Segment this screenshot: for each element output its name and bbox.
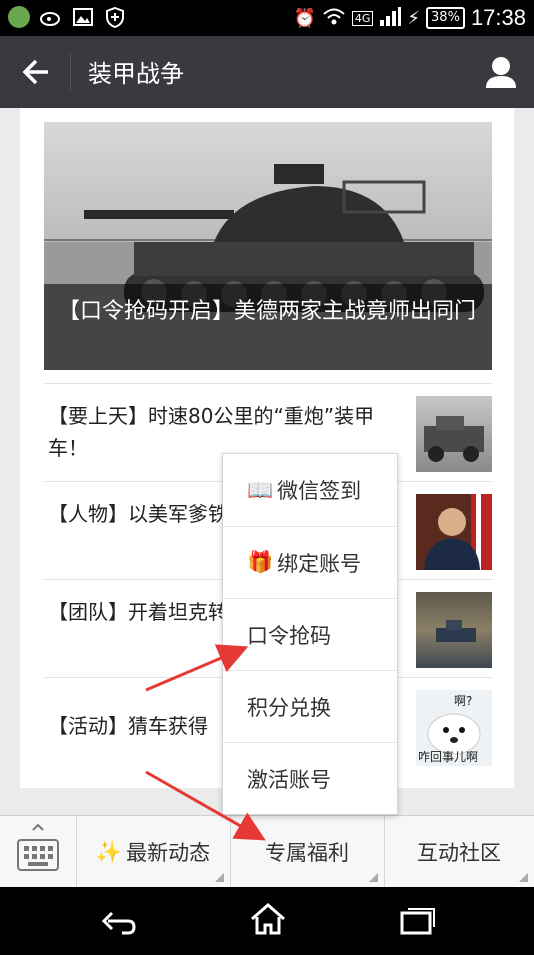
sparkles-icon: ✨ bbox=[95, 839, 123, 864]
home-nav-icon[interactable] bbox=[248, 901, 288, 941]
general-portrait-thumbnail bbox=[416, 494, 492, 570]
wifi-icon bbox=[322, 6, 346, 31]
header-divider bbox=[70, 54, 71, 90]
menu-label: 互动社区 bbox=[417, 841, 501, 865]
shield-icon bbox=[104, 6, 126, 29]
menu-label: 最新动态 bbox=[126, 841, 211, 865]
system-nav-bar bbox=[0, 887, 534, 955]
battle-scene-thumbnail bbox=[416, 592, 492, 668]
armored-car-thumbnail bbox=[416, 396, 492, 472]
back-arrow-icon[interactable] bbox=[20, 52, 54, 92]
back-nav-icon[interactable] bbox=[98, 905, 138, 941]
profile-icon[interactable] bbox=[484, 52, 518, 92]
charging-icon: ⚡ bbox=[407, 7, 421, 29]
gift-icon: 🎁 bbox=[247, 550, 274, 574]
featured-caption: 【口令抢码开启】美德两家主战竟师出同门 bbox=[44, 284, 492, 370]
submenu-label: 口令抢码 bbox=[247, 623, 331, 648]
gallery-icon bbox=[72, 6, 94, 28]
submenu-bind-account[interactable]: 🎁 绑定账号 bbox=[223, 526, 397, 598]
bottom-menu: ✨ 最新动态 专属福利 互动社区 bbox=[0, 815, 534, 888]
submenu-indicator bbox=[369, 873, 378, 882]
menu-latest-news[interactable]: ✨ 最新动态 bbox=[76, 816, 231, 888]
book-icon: 📖 bbox=[247, 477, 274, 502]
featured-article[interactable]: 【口令抢码开启】美德两家主战竟师出同门 bbox=[44, 122, 492, 370]
menu-label: 专属福利 bbox=[265, 841, 349, 865]
submenu-indicator bbox=[215, 873, 224, 882]
seal-meme-thumbnail: 啊? 咋回事儿啊 bbox=[416, 690, 492, 766]
submenu-checkin[interactable]: 📖 微信签到 bbox=[223, 454, 397, 526]
submenu-indicator bbox=[519, 873, 528, 882]
page-title: 装甲战争 bbox=[88, 60, 184, 88]
weibo-icon bbox=[40, 6, 62, 28]
submenu-label: 激活账号 bbox=[247, 767, 331, 792]
submenu-label: 微信签到 bbox=[277, 479, 362, 503]
signal-icon bbox=[379, 6, 402, 31]
battery-level: 38% bbox=[426, 7, 465, 29]
submenu-redeem-code[interactable]: 口令抢码 bbox=[223, 598, 397, 670]
app-notification-icon bbox=[8, 6, 30, 28]
seal-caption-bottom: 咋回事儿啊 bbox=[418, 750, 479, 764]
seal-caption-top: 啊? bbox=[454, 694, 473, 708]
keyboard-icon[interactable] bbox=[0, 816, 77, 888]
submenu-label: 积分兑换 bbox=[247, 695, 331, 720]
alarm-icon: ⏰ bbox=[293, 7, 316, 29]
menu-community[interactable]: 互动社区 bbox=[384, 816, 534, 888]
submenu-activate-account[interactable]: 激活账号 bbox=[223, 742, 397, 814]
menu-exclusive-benefits[interactable]: 专属福利 bbox=[230, 816, 385, 888]
submenu-label: 绑定账号 bbox=[277, 551, 362, 576]
recent-apps-icon[interactable] bbox=[398, 905, 438, 941]
status-bar: ⏰ 4G ⚡ 38% 17:38 bbox=[0, 0, 534, 36]
network-type: 4G bbox=[351, 10, 374, 26]
top-app-bar: 装甲战争 bbox=[0, 36, 534, 108]
submenu-popup: 📖 微信签到 🎁 绑定账号 口令抢码 积分兑换 激活账号 bbox=[222, 453, 398, 815]
submenu-points-exchange[interactable]: 积分兑换 bbox=[223, 670, 397, 742]
clock: 17:38 bbox=[470, 5, 526, 30]
